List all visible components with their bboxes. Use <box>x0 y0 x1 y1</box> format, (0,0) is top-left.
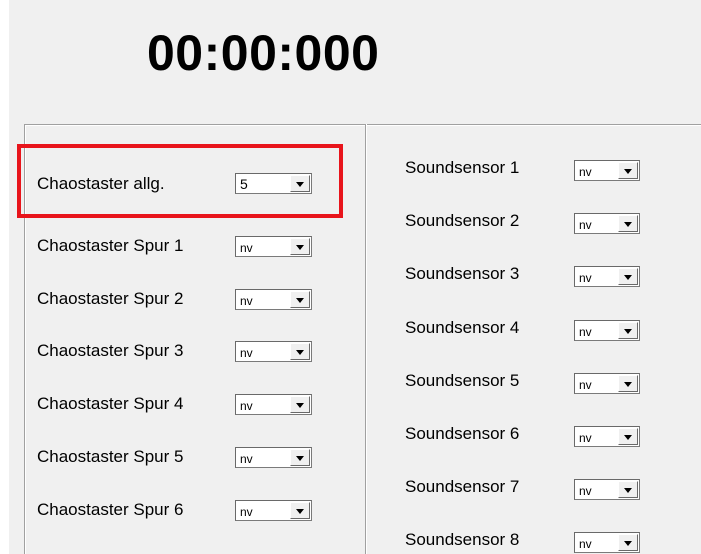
chevron-down-icon <box>624 169 632 174</box>
soundsensor-label-3: Soundsensor 3 <box>405 264 520 284</box>
chaostaster-spur-label-5: Chaostaster Spur 5 <box>37 446 184 466</box>
chaostaster-spur-dropdown-button-6[interactable] <box>290 501 310 519</box>
chevron-down-icon <box>296 350 304 356</box>
chevron-down-icon <box>296 297 304 303</box>
chaostaster-spur-dropdown-button-3[interactable] <box>290 343 310 361</box>
chaostaster-spur-label-6: Chaostaster Spur 6 <box>37 499 184 519</box>
chaostaster-spur-value-2: nv <box>240 293 253 308</box>
chevron-down-icon <box>296 245 304 250</box>
chaostaster-spur-label-3: Chaostaster Spur 3 <box>37 341 184 361</box>
soundsensor-select-7[interactable]: nv <box>574 479 640 501</box>
highlight-box <box>17 144 343 218</box>
chevron-down-icon <box>296 403 304 409</box>
soundsensor-value-3: nv <box>579 271 592 286</box>
soundsensor-dropdown-button-6[interactable] <box>618 428 638 445</box>
soundsensor-value-4: nv <box>579 324 592 339</box>
chaostaster-spur-label-4: Chaostaster Spur 4 <box>37 394 184 414</box>
soundsensor-label-5: Soundsensor 5 <box>405 370 520 390</box>
soundsensor-select-3[interactable]: nv <box>574 266 640 288</box>
chaostaster-spur-dropdown-button-2[interactable] <box>290 290 310 308</box>
soundsensor-value-7: nv <box>579 484 592 499</box>
soundsensor-label-8: Soundsensor 8 <box>405 530 520 550</box>
soundsensor-dropdown-button-3[interactable] <box>618 268 638 286</box>
chevron-down-icon <box>296 455 304 461</box>
soundsensor-label-1: Soundsensor 1 <box>405 158 520 177</box>
soundsensor-select-8[interactable]: nv <box>574 532 640 554</box>
soundsensor-dropdown-button-1[interactable] <box>618 162 638 179</box>
soundsensor-value-8: nv <box>579 537 592 552</box>
chevron-down-icon <box>624 435 632 440</box>
column-divider-highlight <box>366 124 367 554</box>
chevron-down-icon <box>624 328 632 334</box>
soundsensor-select-2[interactable]: nv <box>574 213 640 235</box>
soundsensor-label-6: Soundsensor 6 <box>405 424 520 443</box>
chaostaster-spur-select-4[interactable]: nv <box>235 394 312 416</box>
timer-display: 00:00:000 <box>147 25 380 81</box>
soundsensor-label-7: Soundsensor 7 <box>405 477 520 497</box>
chaostaster-spur-dropdown-button-1[interactable] <box>290 238 310 255</box>
chaostaster-spur-label-1: Chaostaster Spur 1 <box>37 236 184 255</box>
chaostaster-spur-value-1: nv <box>240 241 253 255</box>
soundsensor-label-2: Soundsensor 2 <box>405 211 520 231</box>
chaostaster-spur-select-5[interactable]: nv <box>235 446 312 468</box>
soundsensor-value-6: nv <box>579 431 592 445</box>
chevron-down-icon <box>624 275 632 281</box>
chaostaster-spur-label-2: Chaostaster Spur 2 <box>37 288 184 308</box>
chaostaster-spur-select-1[interactable]: nv <box>235 236 312 257</box>
chevron-down-icon <box>296 508 304 514</box>
soundsensor-value-5: nv <box>579 377 592 392</box>
chaostaster-spur-select-3[interactable]: nv <box>235 341 312 363</box>
soundsensor-dropdown-button-4[interactable] <box>618 321 638 339</box>
soundsensor-select-6[interactable]: nv <box>574 426 640 447</box>
soundsensor-select-1[interactable]: nv <box>574 160 640 181</box>
chaostaster-spur-dropdown-button-5[interactable] <box>290 448 310 466</box>
chaostaster-spur-value-5: nv <box>240 451 253 466</box>
chaostaster-spur-select-6[interactable]: nv <box>235 499 312 521</box>
chevron-down-icon <box>624 222 632 228</box>
chaostaster-spur-value-4: nv <box>240 399 253 414</box>
soundsensor-select-5[interactable]: nv <box>574 372 640 394</box>
chaostaster-spur-value-3: nv <box>240 346 253 361</box>
chevron-down-icon <box>624 488 632 494</box>
soundsensor-value-2: nv <box>579 218 592 233</box>
chaostaster-spur-select-2[interactable]: nv <box>235 288 312 310</box>
soundsensor-dropdown-button-5[interactable] <box>618 374 638 392</box>
soundsensor-select-4[interactable]: nv <box>574 319 640 341</box>
chevron-down-icon <box>624 541 632 547</box>
soundsensor-dropdown-button-8[interactable] <box>618 534 638 552</box>
chaostaster-spur-dropdown-button-4[interactable] <box>290 396 310 414</box>
chaostaster-spur-value-6: nv <box>240 504 253 519</box>
soundsensor-value-1: nv <box>579 165 592 179</box>
soundsensor-dropdown-button-7[interactable] <box>618 481 638 499</box>
soundsensor-label-4: Soundsensor 4 <box>405 317 520 337</box>
chevron-down-icon <box>624 381 632 387</box>
soundsensor-dropdown-button-2[interactable] <box>618 215 638 233</box>
panel-border-highlight <box>24 125 701 126</box>
